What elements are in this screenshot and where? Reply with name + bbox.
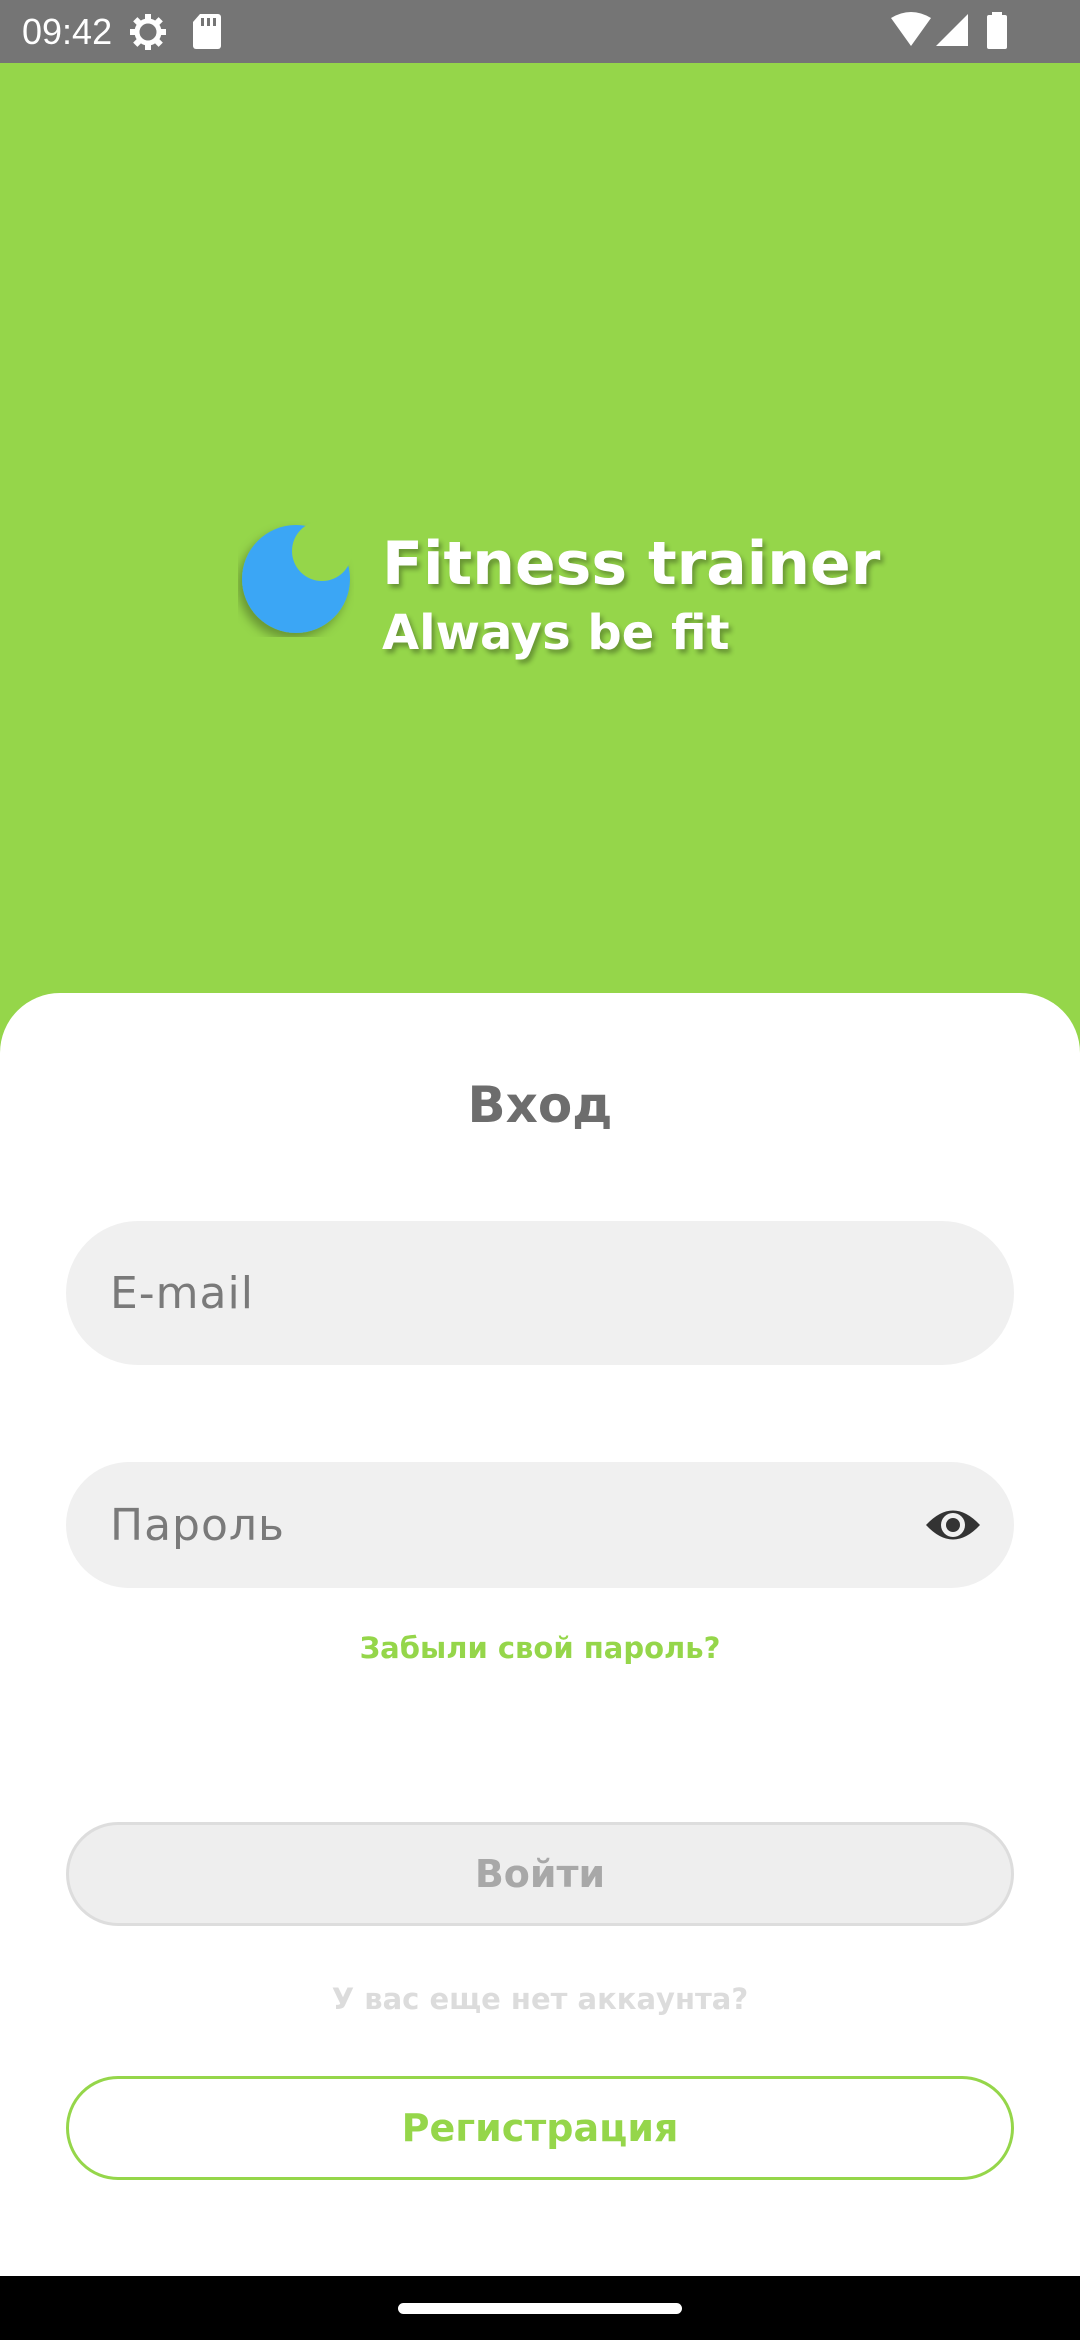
moon-logo-icon xyxy=(242,521,352,633)
login-button[interactable]: Войти xyxy=(66,1822,1014,1926)
forgot-password-link[interactable]: Забыли свой пароль? xyxy=(0,1630,1080,1666)
navigation-bar xyxy=(0,2276,1080,2340)
login-title: Вход xyxy=(467,1076,613,1134)
hero-banner: Fitness trainer Always be fit xyxy=(0,63,1080,1003)
email-field-container xyxy=(66,1221,1014,1365)
email-field[interactable] xyxy=(110,1221,930,1365)
eye-icon[interactable] xyxy=(924,1500,982,1550)
status-time: 09:42 xyxy=(22,11,113,52)
status-bar: 09:42 xyxy=(0,0,1080,63)
wifi-icon xyxy=(891,12,931,46)
battery-icon xyxy=(987,12,1007,49)
home-gesture-handle[interactable] xyxy=(398,2303,682,2314)
signal-icon xyxy=(936,14,968,46)
app-subtitle: Always be fit xyxy=(382,605,730,661)
register-button[interactable]: Регистрация xyxy=(66,2076,1014,2180)
no-account-text: У вас еще нет аккаунта? xyxy=(331,1982,749,2016)
settings-gear-icon xyxy=(130,14,166,50)
sd-card-icon xyxy=(193,14,221,49)
password-field[interactable] xyxy=(110,1462,930,1588)
password-field-container xyxy=(66,1462,1014,1588)
login-sheet: Вход Забыли свой пароль? Войти У вас еще… xyxy=(0,993,1080,2276)
app-title: Fitness trainer xyxy=(382,529,881,599)
